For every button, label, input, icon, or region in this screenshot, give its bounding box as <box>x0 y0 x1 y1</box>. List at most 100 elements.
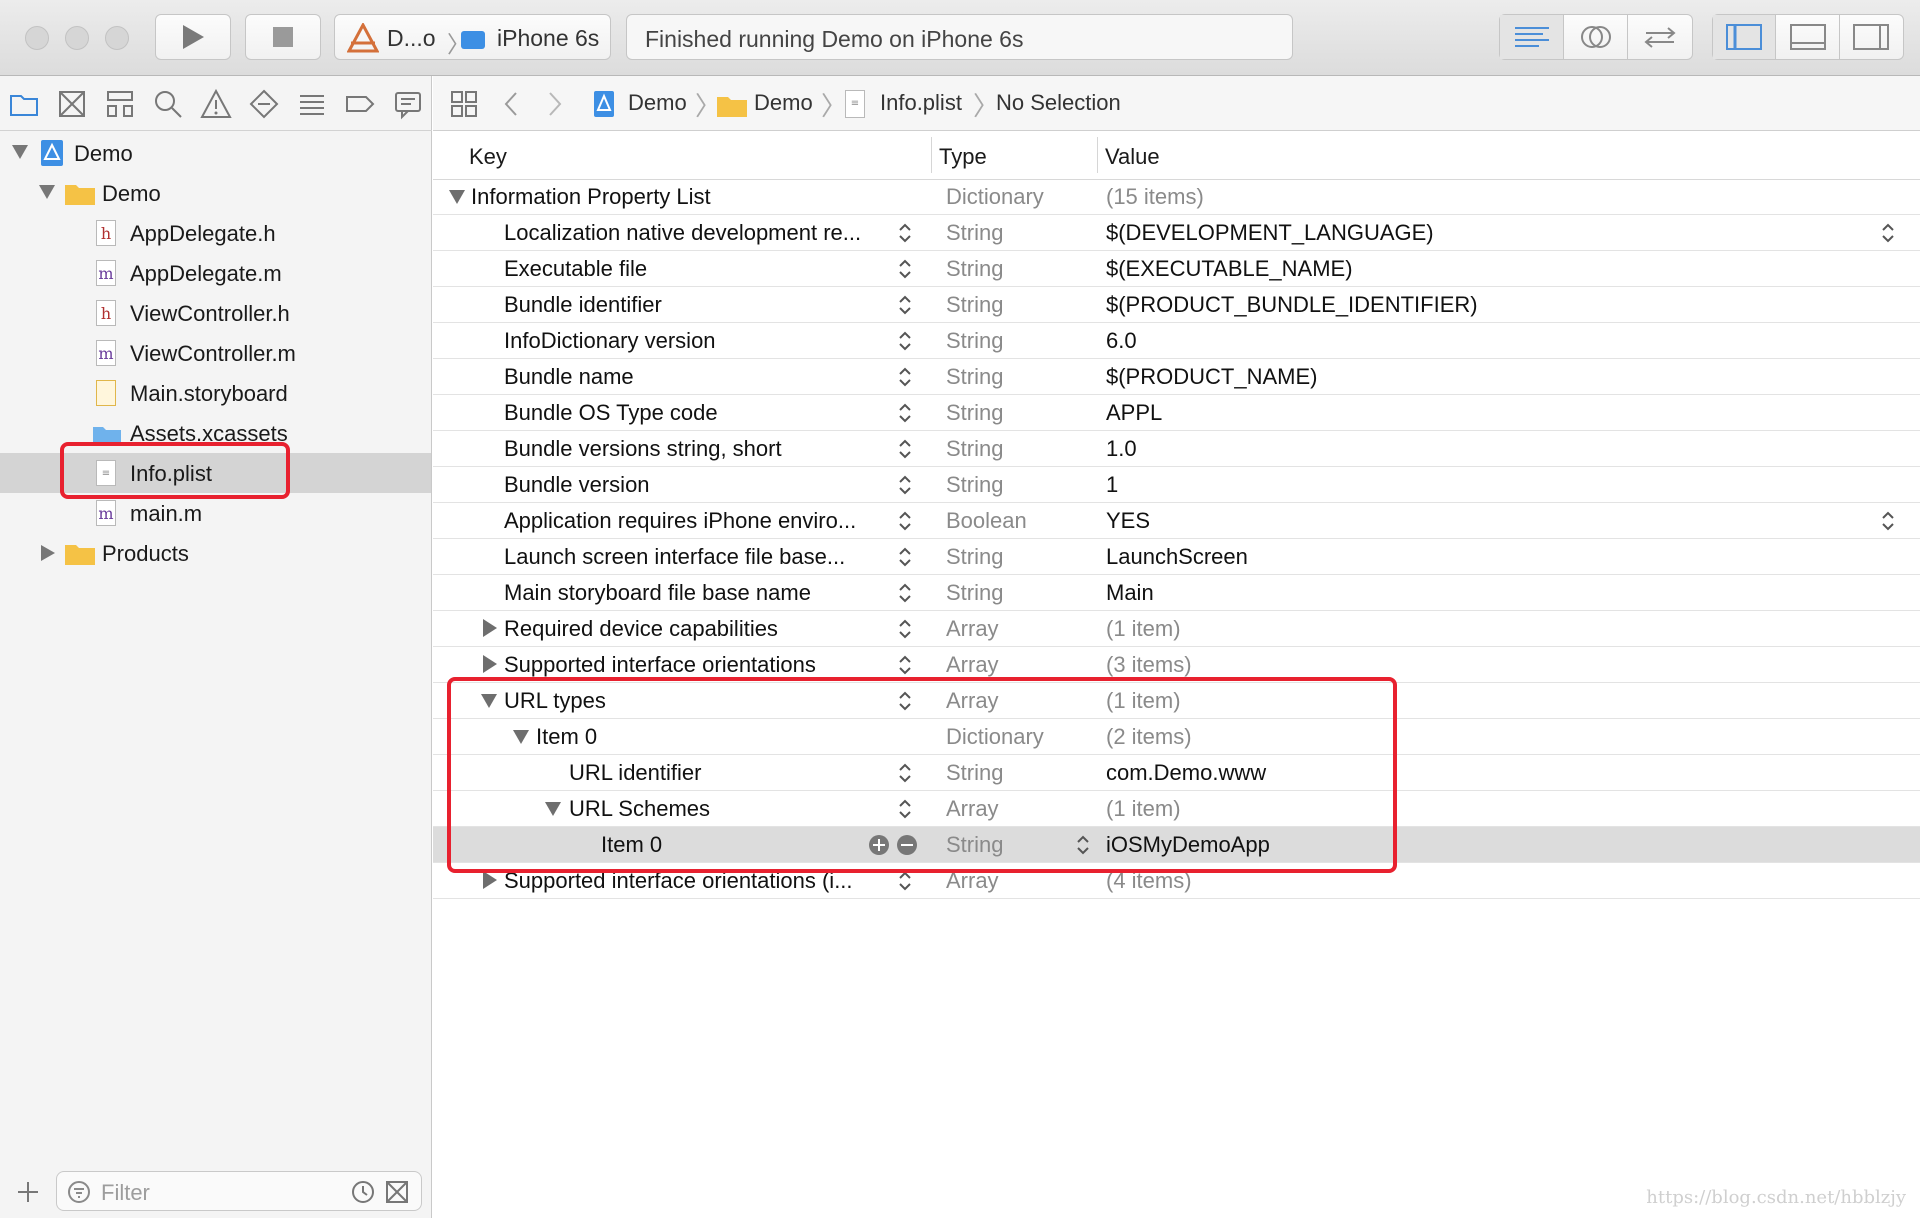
disclosure-closed-icon[interactable] <box>41 545 55 561</box>
plist-row[interactable]: Bundle versions string, short String 1.0 <box>433 431 1920 467</box>
plist-key: Bundle versions string, short <box>504 436 782 461</box>
stepper-icon[interactable] <box>898 222 912 244</box>
header-file-icon: h <box>96 300 116 326</box>
toggle-inspector-button[interactable] <box>1840 15 1903 59</box>
standard-editor-button[interactable] <box>1500 15 1564 59</box>
nav-item-group-demo[interactable]: Demo <box>0 173 431 213</box>
stepper-icon[interactable] <box>898 294 912 316</box>
report-icon[interactable] <box>392 88 424 120</box>
nav-item-file[interactable]: m ViewController.m <box>0 333 431 373</box>
source-control-filter-icon[interactable] <box>385 1180 409 1204</box>
filter-placeholder: Filter <box>101 1180 150 1205</box>
folder-icon <box>717 97 747 117</box>
folder-navigator-icon[interactable] <box>8 88 40 120</box>
nav-item-group-products[interactable]: Products <box>0 533 431 573</box>
stepper-icon[interactable] <box>898 618 912 640</box>
nav-item-file[interactable]: m AppDelegate.m <box>0 253 431 293</box>
plist-row[interactable]: InfoDictionary version String 6.0 <box>433 323 1920 359</box>
disclosure-closed-icon[interactable] <box>483 619 497 637</box>
plist-type: String <box>946 292 1004 317</box>
value-stepper-icon[interactable] <box>1881 510 1895 532</box>
plist-type: String <box>946 400 1004 425</box>
toggle-debug-area-button[interactable] <box>1776 15 1840 59</box>
forward-chevron-icon[interactable] <box>547 91 563 117</box>
breakpoint-icon[interactable] <box>344 88 376 120</box>
lines-icon <box>1514 27 1549 47</box>
value-column-header[interactable]: Value <box>1105 144 1160 170</box>
activity-status-text: Finished running Demo on iPhone 6s <box>645 26 1024 52</box>
stepper-icon[interactable] <box>898 582 912 604</box>
nav-item-file[interactable]: h AppDelegate.h <box>0 213 431 253</box>
value-stepper-icon[interactable] <box>1881 222 1895 244</box>
version-editor-button[interactable] <box>1628 15 1692 59</box>
stepper-icon[interactable] <box>898 330 912 352</box>
assistant-editor-button[interactable] <box>1564 15 1628 59</box>
breadcrumb-selection[interactable]: No Selection <box>996 90 1121 116</box>
test-diamond-icon[interactable] <box>248 88 280 120</box>
back-chevron-icon[interactable] <box>503 91 519 117</box>
plist-row[interactable]: Bundle identifier String $(PRODUCT_BUNDL… <box>433 287 1920 323</box>
disclosure-closed-icon[interactable] <box>483 871 497 889</box>
disclosure-open-icon[interactable] <box>39 185 55 199</box>
minimize-window-button[interactable] <box>65 26 89 50</box>
plist-key: Supported interface orientations <box>504 652 816 677</box>
plist-row[interactable]: Launch screen interface file base... Str… <box>433 539 1920 575</box>
stepper-icon[interactable] <box>898 366 912 388</box>
plist-row[interactable]: Executable file String $(EXECUTABLE_NAME… <box>433 251 1920 287</box>
stepper-icon[interactable] <box>898 546 912 568</box>
nav-item-file[interactable]: h ViewController.h <box>0 293 431 333</box>
stepper-icon[interactable] <box>898 474 912 496</box>
clock-icon[interactable] <box>351 1180 375 1204</box>
plist-row[interactable]: Required device capabilities Array (1 it… <box>433 611 1920 647</box>
plist-row[interactable]: Information Property List Dictionary (15… <box>433 179 1920 215</box>
folder-icon <box>65 185 95 205</box>
toggle-navigator-button[interactable] <box>1713 15 1777 59</box>
plist-row[interactable]: Bundle OS Type code String APPL <box>433 395 1920 431</box>
breadcrumb-group[interactable]: Demo <box>754 90 813 116</box>
breadcrumb-file[interactable]: Info.plist <box>880 90 962 116</box>
warning-icon[interactable] <box>200 88 232 120</box>
disclosure-open-icon[interactable] <box>12 145 28 159</box>
scheme-selector[interactable]: D...o 〉 iPhone 6s <box>334 14 611 60</box>
plist-row[interactable]: Application requires iPhone enviro... Bo… <box>433 503 1920 539</box>
nav-item-label: Demo <box>102 181 161 206</box>
source-control-icon[interactable] <box>56 88 88 120</box>
search-icon[interactable] <box>152 88 184 120</box>
stepper-icon[interactable] <box>898 438 912 460</box>
plist-row[interactable]: Bundle version String 1 <box>433 467 1920 503</box>
related-items-icon[interactable] <box>451 91 477 117</box>
plist-value: (15 items) <box>1106 184 1204 209</box>
stepper-icon[interactable] <box>898 654 912 676</box>
disclosure-closed-icon[interactable] <box>483 655 497 673</box>
disclosure-open-icon[interactable] <box>449 190 465 204</box>
add-icon[interactable] <box>16 1180 40 1204</box>
breadcrumb-project[interactable]: Demo <box>628 90 687 116</box>
filter-field[interactable]: Filter <box>56 1171 422 1211</box>
zoom-window-button[interactable] <box>105 26 129 50</box>
stepper-icon[interactable] <box>898 258 912 280</box>
column-divider[interactable] <box>1097 137 1098 173</box>
run-button[interactable] <box>155 14 231 60</box>
plist-key: Bundle version <box>504 472 650 497</box>
debug-list-icon[interactable] <box>296 88 328 120</box>
plist-row[interactable]: Localization native development re... St… <box>433 215 1920 251</box>
nav-item-label: AppDelegate.m <box>130 261 282 286</box>
nav-item-project[interactable]: Demo <box>0 133 431 173</box>
column-divider[interactable] <box>931 137 932 173</box>
nav-item-file[interactable]: Main.storyboard <box>0 373 431 413</box>
plist-row[interactable]: Main storyboard file base name String Ma… <box>433 575 1920 611</box>
plist-value: $(DEVELOPMENT_LANGUAGE) <box>1106 220 1434 245</box>
stepper-icon[interactable] <box>898 870 912 892</box>
project-icon <box>41 140 63 166</box>
plist-key: Main storyboard file base name <box>504 580 811 605</box>
stepper-icon[interactable] <box>898 402 912 424</box>
symbol-navigator-icon[interactable] <box>104 88 136 120</box>
key-column-header[interactable]: Key <box>469 144 507 170</box>
nav-item-file[interactable]: m main.m <box>0 493 431 533</box>
stop-button[interactable] <box>245 14 321 60</box>
close-window-button[interactable] <box>25 26 49 50</box>
type-column-header[interactable]: Type <box>939 144 987 170</box>
stepper-icon[interactable] <box>898 510 912 532</box>
plist-type: String <box>946 364 1004 389</box>
plist-row[interactable]: Bundle name String $(PRODUCT_NAME) <box>433 359 1920 395</box>
